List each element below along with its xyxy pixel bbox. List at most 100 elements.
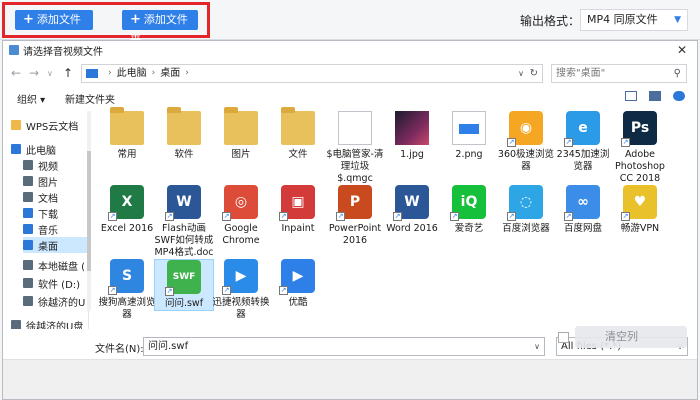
file-label: 优酷 xyxy=(288,297,308,308)
folder-item[interactable]: 文件 xyxy=(268,107,328,161)
filename-input[interactable]: 问问.swf ∨ xyxy=(143,337,545,356)
preview-pane-icon[interactable] xyxy=(649,91,661,101)
folder-icon xyxy=(224,107,258,145)
file-item[interactable]: S ↗ 搜狗高速浏览器 xyxy=(97,259,157,321)
breadcrumb-separator: › xyxy=(108,68,112,78)
folder-item[interactable]: 软件 xyxy=(154,107,214,161)
organize-menu[interactable]: 组织 ▾ xyxy=(17,91,45,106)
location-icon xyxy=(11,320,21,329)
app-shortcut-icon: iQ ↗ xyxy=(450,185,486,221)
file-label: Word 2016 xyxy=(386,223,438,234)
breadcrumb-separator: › xyxy=(185,68,189,78)
new-folder-button[interactable]: 新建文件夹 xyxy=(65,91,115,106)
dialog-app-icon xyxy=(9,45,19,55)
back-arrow-icon[interactable]: ← xyxy=(11,66,21,80)
help-icon[interactable] xyxy=(673,91,685,101)
sidebar-item[interactable]: 音乐 xyxy=(23,221,58,237)
folder-item[interactable]: 常用 xyxy=(97,107,157,161)
sidebar-item[interactable]: 软件 (D:) xyxy=(23,275,80,291)
breadcrumb-this-pc[interactable]: 此电脑 xyxy=(117,65,147,82)
address-bar[interactable]: › 此电脑 › 桌面 › ∨ ↻ xyxy=(81,64,543,83)
file-item[interactable]: ∞ ↗ 百度网盘 xyxy=(553,185,613,235)
search-input[interactable]: 搜索"桌面" ⚲ xyxy=(551,64,687,83)
computer-icon xyxy=(86,69,98,78)
plus-icon: + xyxy=(130,12,141,27)
sidebar-item[interactable]: 下载 xyxy=(23,205,58,221)
shortcut-arrow-icon: ↗ xyxy=(222,212,231,221)
clear-list-button[interactable]: 清空列 xyxy=(575,326,687,348)
close-icon[interactable]: ✕ xyxy=(677,43,687,57)
sidebar-item[interactable]: 徐越济的U盘 xyxy=(11,317,83,329)
file-item[interactable]: ▶ ↗ 优酷 xyxy=(268,259,328,309)
breadcrumb-separator: › xyxy=(151,68,156,78)
sidebar-item[interactable]: 徐越济的U xyxy=(23,293,85,309)
shortcut-arrow-icon: ↗ xyxy=(450,212,459,221)
shortcut-arrow-icon: ↗ xyxy=(564,138,573,147)
chevron-down-icon[interactable]: ∨ xyxy=(534,338,540,355)
file-item[interactable]: P ↗ PowerPoint 2016 xyxy=(325,185,385,247)
sidebar-scroll-thumb[interactable] xyxy=(87,151,91,271)
file-item[interactable]: W ↗ Word 2016 xyxy=(382,185,442,235)
file-item[interactable]: 2.png xyxy=(439,111,499,161)
location-icon xyxy=(23,192,33,202)
app-toolbar: +添加文件 +添加文件夹 输出格式： MP4 同原文件▼ xyxy=(0,0,700,46)
up-arrow-icon[interactable]: ↑ xyxy=(63,66,73,80)
file-item[interactable]: ◌ ↗ 百度浏览器 xyxy=(496,185,556,235)
file-label: 百度网盘 xyxy=(563,223,602,234)
breadcrumb-desktop[interactable]: 桌面 xyxy=(160,65,180,82)
clear-list-checkbox[interactable] xyxy=(558,332,569,343)
file-item[interactable]: iQ ↗ 爱奇艺 xyxy=(439,185,499,235)
file-item[interactable]: 1.jpg xyxy=(382,111,442,161)
chevron-down-icon: ▼ xyxy=(674,15,681,25)
sidebar-item-label: 软件 (D:) xyxy=(38,279,81,291)
app-shortcut-icon: e ↗ xyxy=(564,111,600,147)
add-folder-button[interactable]: +添加文件夹 xyxy=(122,10,198,46)
shortcut-arrow-icon: ↗ xyxy=(165,212,174,221)
chevron-down-icon[interactable]: ∨ xyxy=(518,65,524,82)
app-shortcut-icon: ▶ ↗ xyxy=(279,259,315,295)
file-label: 2345加速浏览器 xyxy=(556,149,610,172)
file-item[interactable]: W ↗ Flash动画SWF如何转成MP4格式.doc xyxy=(154,185,214,259)
output-format-select[interactable]: MP4 同原文件 ▼ xyxy=(580,9,688,31)
file-item[interactable]: ▶ ↗ 迅捷视频转换器 xyxy=(211,259,271,321)
file-item[interactable]: ◉ ↗ 360极速浏览器 xyxy=(496,111,556,173)
location-icon xyxy=(23,160,33,170)
shortcut-arrow-icon: ↗ xyxy=(564,212,573,221)
view-mode-icon[interactable] xyxy=(625,91,637,101)
file-label: 360极速浏览器 xyxy=(497,149,555,172)
sidebar-item[interactable]: 图片 xyxy=(23,173,58,189)
sidebar-item-label: 视频 xyxy=(38,161,58,173)
shortcut-arrow-icon: ↗ xyxy=(507,138,516,147)
file-label: PowerPoint 2016 xyxy=(328,223,382,246)
dialog-titlebar: 请选择音视频文件 ✕ xyxy=(3,41,697,59)
file-item[interactable]: ♥ ↗ 畅游VPN xyxy=(610,185,670,235)
forward-arrow-icon[interactable]: → xyxy=(29,66,39,80)
location-icon xyxy=(11,144,21,154)
file-item[interactable]: X ↗ Excel 2016 xyxy=(97,185,157,235)
recent-dropdown-icon[interactable]: ∨ xyxy=(47,69,53,78)
sidebar-item[interactable]: 本地磁盘 ( xyxy=(23,257,85,273)
refresh-icon[interactable]: ↻ xyxy=(530,65,538,82)
location-icon xyxy=(11,120,21,130)
app-shortcut-icon: P ↗ xyxy=(336,185,372,221)
file-item[interactable]: e ↗ 2345加速浏览器 xyxy=(553,111,613,173)
sidebar-item[interactable]: 文档 xyxy=(23,189,58,205)
sidebar-item[interactable]: WPS云文档 xyxy=(11,117,78,133)
file-item[interactable]: ▣ ↗ Inpaint xyxy=(268,185,328,235)
dialog-title: 请选择音视频文件 xyxy=(23,46,103,58)
file-label: 文件 xyxy=(288,149,308,160)
file-item[interactable]: ◎ ↗ Google Chrome xyxy=(211,185,271,247)
sidebar-item[interactable]: 视频 xyxy=(23,157,58,173)
file-item[interactable]: $电脑管家-清理垃圾$.qmgc xyxy=(325,111,385,185)
dialog-command-bar: 组织 ▾ 新建文件夹 xyxy=(3,89,697,107)
add-file-button[interactable]: + 添加文件 xyxy=(15,10,93,30)
location-icon xyxy=(23,176,33,186)
sidebar-item[interactable]: 桌面 xyxy=(23,237,88,253)
file-item[interactable]: SWF ↗ 问问.swf xyxy=(154,259,214,311)
sidebar-item[interactable]: 此电脑 xyxy=(11,141,56,157)
shortcut-arrow-icon: ↗ xyxy=(108,286,117,295)
folder-item[interactable]: 图片 xyxy=(211,107,271,161)
file-item[interactable]: Ps ↗ Adobe Photoshop CC 2018 xyxy=(610,111,670,185)
file-label: Flash动画SWF如何转成MP4格式.doc xyxy=(154,223,214,258)
folder-icon xyxy=(281,107,315,145)
